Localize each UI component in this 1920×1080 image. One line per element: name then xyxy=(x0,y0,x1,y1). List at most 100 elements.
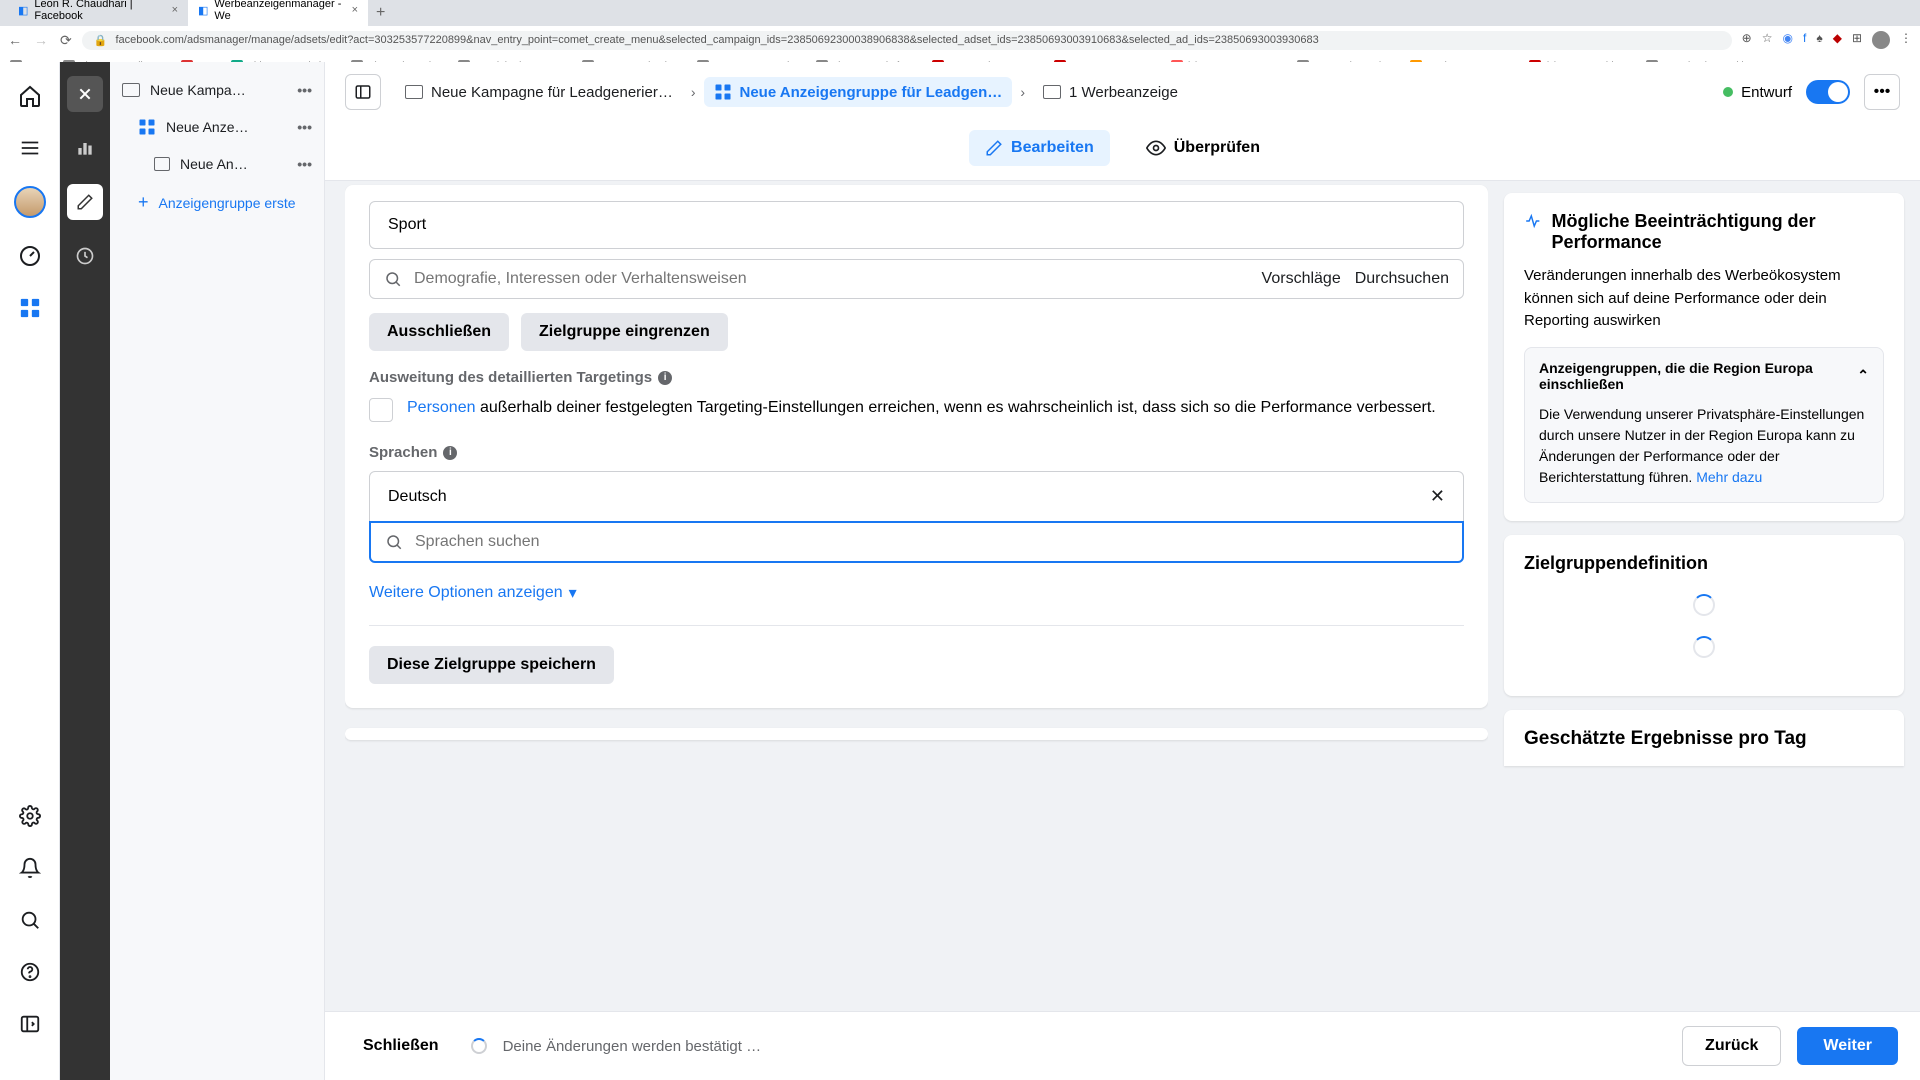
footer-bar: Schließen Deine Änderungen werden bestät… xyxy=(325,1011,1920,1080)
url-bar[interactable]: 🔒 facebook.com/adsmanager/manage/adsets/… xyxy=(82,31,1732,50)
lock-icon: 🔒 xyxy=(94,34,108,47)
subtab-label: Bearbeiten xyxy=(1011,139,1094,157)
extension-icon[interactable]: ♠ xyxy=(1816,31,1822,49)
new-tab-button[interactable]: + xyxy=(368,0,393,26)
more-icon[interactable]: ••• xyxy=(297,82,312,98)
language-search[interactable] xyxy=(369,521,1464,563)
browser-tab[interactable]: ◧Werbeanzeigenmanager - We× xyxy=(188,0,368,26)
subtabs: Bearbeiten Überprüfen xyxy=(325,122,1920,181)
close-icon[interactable]: × xyxy=(172,4,178,16)
close-button[interactable] xyxy=(67,76,103,112)
folder-icon xyxy=(122,83,140,97)
bell-icon[interactable] xyxy=(16,854,44,882)
folder-icon xyxy=(405,85,423,99)
expand-checkbox-row: Personen außerhalb deiner festgelegten T… xyxy=(369,396,1464,422)
edit-icon[interactable] xyxy=(67,184,103,220)
save-audience-button[interactable]: Diese Zielgruppe speichern xyxy=(369,646,614,684)
aside-title-text: Mögliche Beeinträchtigung der Performanc… xyxy=(1552,211,1884,253)
more-icon[interactable]: ••• xyxy=(297,119,312,135)
aside-column: Mögliche Beeinträchtigung der Performanc… xyxy=(1504,181,1904,1011)
plus-icon: + xyxy=(138,192,149,213)
collapse-icon[interactable] xyxy=(16,1010,44,1038)
chevron-right-icon: › xyxy=(691,84,696,100)
subtab-label: Überprüfen xyxy=(1174,139,1260,157)
browser-tab[interactable]: ◧Leon R. Chaudhari | Facebook× xyxy=(8,0,188,26)
more-button[interactable]: ••• xyxy=(1864,74,1900,110)
tree-campaign[interactable]: Neue Kampa… ••• xyxy=(110,72,324,108)
aside-title-text: Geschätzte Ergebnisse pro Tag xyxy=(1524,728,1807,750)
gear-icon[interactable] xyxy=(16,802,44,830)
home-icon[interactable] xyxy=(16,82,44,110)
panel-toggle-button[interactable] xyxy=(345,74,381,110)
reload-icon[interactable]: ⟳ xyxy=(60,32,72,49)
learn-more-link[interactable]: Mehr dazu xyxy=(1696,469,1762,485)
breadcrumb-label: 1 Werbeanzeige xyxy=(1069,84,1178,101)
history-icon[interactable] xyxy=(67,238,103,274)
targeting-search[interactable]: Vorschläge Durchsuchen xyxy=(369,259,1464,299)
breadcrumb-campaign[interactable]: Neue Kampagne für Leadgenerier… xyxy=(395,78,683,107)
browser-tabs: ◧Leon R. Chaudhari | Facebook× ◧Werbeanz… xyxy=(0,0,1920,26)
status-dot-icon xyxy=(1723,87,1733,97)
extension-icon[interactable]: ◆ xyxy=(1833,31,1842,49)
close-button[interactable]: Schließen xyxy=(347,1027,455,1065)
tab-review[interactable]: Überprüfen xyxy=(1130,130,1276,166)
breadcrumb-ad[interactable]: 1 Werbeanzeige xyxy=(1033,78,1188,107)
info-icon[interactable]: i xyxy=(443,446,457,460)
avatar[interactable] xyxy=(14,186,46,218)
tree-adset[interactable]: Neue Anze… ••• xyxy=(110,108,324,146)
aside-description: Veränderungen innerhalb des Werbeökosyst… xyxy=(1524,265,1884,333)
targeting-search-input[interactable] xyxy=(414,270,1250,288)
grid-icon[interactable] xyxy=(16,294,44,322)
back-button[interactable]: Zurück xyxy=(1682,1026,1781,1066)
menu-icon[interactable]: ⋮ xyxy=(1900,31,1912,49)
star-icon[interactable]: ☆ xyxy=(1762,31,1773,49)
help-icon[interactable] xyxy=(16,958,44,986)
browse-link[interactable]: Durchsuchen xyxy=(1355,270,1449,288)
avatar-icon[interactable] xyxy=(1872,31,1890,49)
search-icon xyxy=(384,270,402,288)
narrow-button[interactable]: Zielgruppe eingrenzen xyxy=(521,313,728,351)
tab-edit[interactable]: Bearbeiten xyxy=(969,130,1110,166)
extension-icon[interactable]: ◉ xyxy=(1783,31,1793,49)
exclude-button[interactable]: Ausschließen xyxy=(369,313,509,351)
audience-definition-card: Zielgruppendefinition xyxy=(1504,535,1904,696)
create-adset-button[interactable]: + Anzeigengruppe erste xyxy=(110,182,324,223)
tab-title: Werbeanzeigenmanager - We xyxy=(214,0,345,22)
card-icon xyxy=(1043,85,1061,99)
interest-chip[interactable]: Sport xyxy=(369,201,1464,249)
next-button[interactable]: Weiter xyxy=(1797,1027,1898,1065)
chevron-up-icon: ⌃ xyxy=(1857,367,1869,384)
menu-icon[interactable] xyxy=(16,134,44,162)
notice-box: Anzeigengruppen, die die Region Europa e… xyxy=(1524,347,1884,503)
personen-link[interactable]: Personen xyxy=(407,399,476,416)
more-options-link[interactable]: Weitere Optionen anzeigen ▾ xyxy=(369,583,1464,603)
search-icon xyxy=(385,533,403,551)
topbar: Neue Kampagne für Leadgenerier… › Neue A… xyxy=(325,62,1920,122)
language-search-input[interactable] xyxy=(415,533,1448,551)
remove-language-button[interactable]: ✕ xyxy=(1430,486,1445,507)
extension-icon[interactable]: f xyxy=(1803,31,1806,49)
translate-icon[interactable]: ⊕ xyxy=(1742,31,1752,49)
performance-card: Mögliche Beeinträchtigung der Performanc… xyxy=(1504,193,1904,521)
status-badge: Entwurf xyxy=(1723,84,1792,101)
chart-icon[interactable] xyxy=(67,130,103,166)
info-icon[interactable]: i xyxy=(658,371,672,385)
tree-label: Neue Anze… xyxy=(166,119,249,135)
language-chip: Deutsch ✕ xyxy=(369,471,1464,522)
tree-ad[interactable]: Neue An… ••• xyxy=(110,146,324,182)
forward-icon[interactable]: → xyxy=(34,32,48,49)
notice-title: Anzeigengruppen, die die Region Europa e… xyxy=(1539,360,1857,392)
expand-checkbox[interactable] xyxy=(369,398,393,422)
expand-description: Personen außerhalb deiner festgelegten T… xyxy=(407,396,1436,420)
notice-header[interactable]: Anzeigengruppen, die die Region Europa e… xyxy=(1525,348,1883,404)
active-toggle[interactable] xyxy=(1806,80,1850,104)
more-icon[interactable]: ••• xyxy=(297,156,312,172)
suggestions-link[interactable]: Vorschläge xyxy=(1262,270,1341,288)
edit-icon xyxy=(985,139,1003,157)
search-icon[interactable] xyxy=(16,906,44,934)
extension-icon[interactable]: ⊞ xyxy=(1852,31,1862,49)
gauge-icon[interactable] xyxy=(16,242,44,270)
breadcrumb-adset[interactable]: Neue Anzeigengruppe für Leadgen… xyxy=(704,77,1013,107)
back-icon[interactable]: ← xyxy=(8,32,22,49)
close-icon[interactable]: × xyxy=(352,4,358,16)
